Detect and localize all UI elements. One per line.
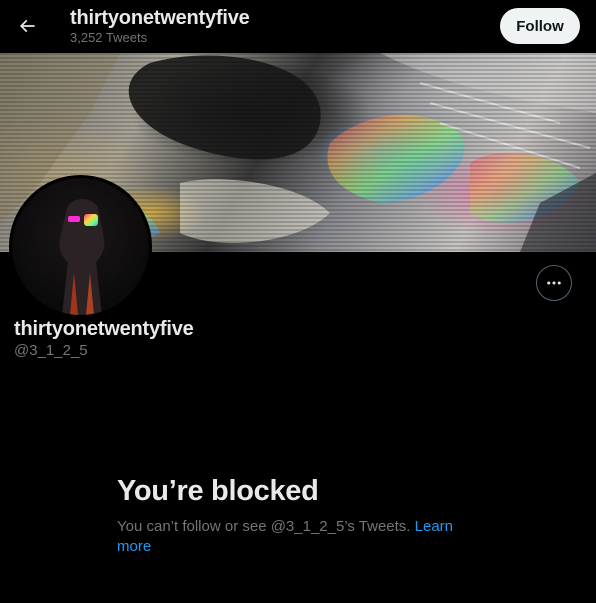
profile-page: thirtyonetwentyfive 3,252 Tweets Follow: [0, 0, 596, 603]
more-options-button[interactable]: [536, 265, 572, 301]
more-horizontal-icon: [547, 281, 561, 285]
follow-button[interactable]: Follow: [500, 8, 580, 44]
profile-handle: @3_1_2_5: [14, 342, 88, 359]
avatar-image: [12, 178, 149, 315]
blocked-message: You can’t follow or see @3_1_2_5’s Tweet…: [117, 518, 415, 535]
top-header: thirtyonetwentyfive 3,252 Tweets Follow: [0, 0, 596, 53]
tweet-count: 3,252 Tweets: [70, 30, 148, 45]
profile-display-name: thirtyonetwentyfive: [14, 318, 194, 340]
profile-avatar[interactable]: [9, 175, 152, 318]
header-text: thirtyonetwentyfive 3,252 Tweets: [70, 6, 250, 46]
blocked-notice: You’re blocked You can’t follow or see @…: [117, 474, 457, 557]
header-title: thirtyonetwentyfive: [70, 7, 250, 29]
blocked-title: You’re blocked: [117, 475, 319, 507]
avatar-figure-image: [59, 199, 105, 315]
back-button[interactable]: [9, 8, 45, 44]
blocked-message-container: You can’t follow or see @3_1_2_5’s Tweet…: [117, 517, 457, 557]
arrow-left-icon: [19, 19, 35, 33]
